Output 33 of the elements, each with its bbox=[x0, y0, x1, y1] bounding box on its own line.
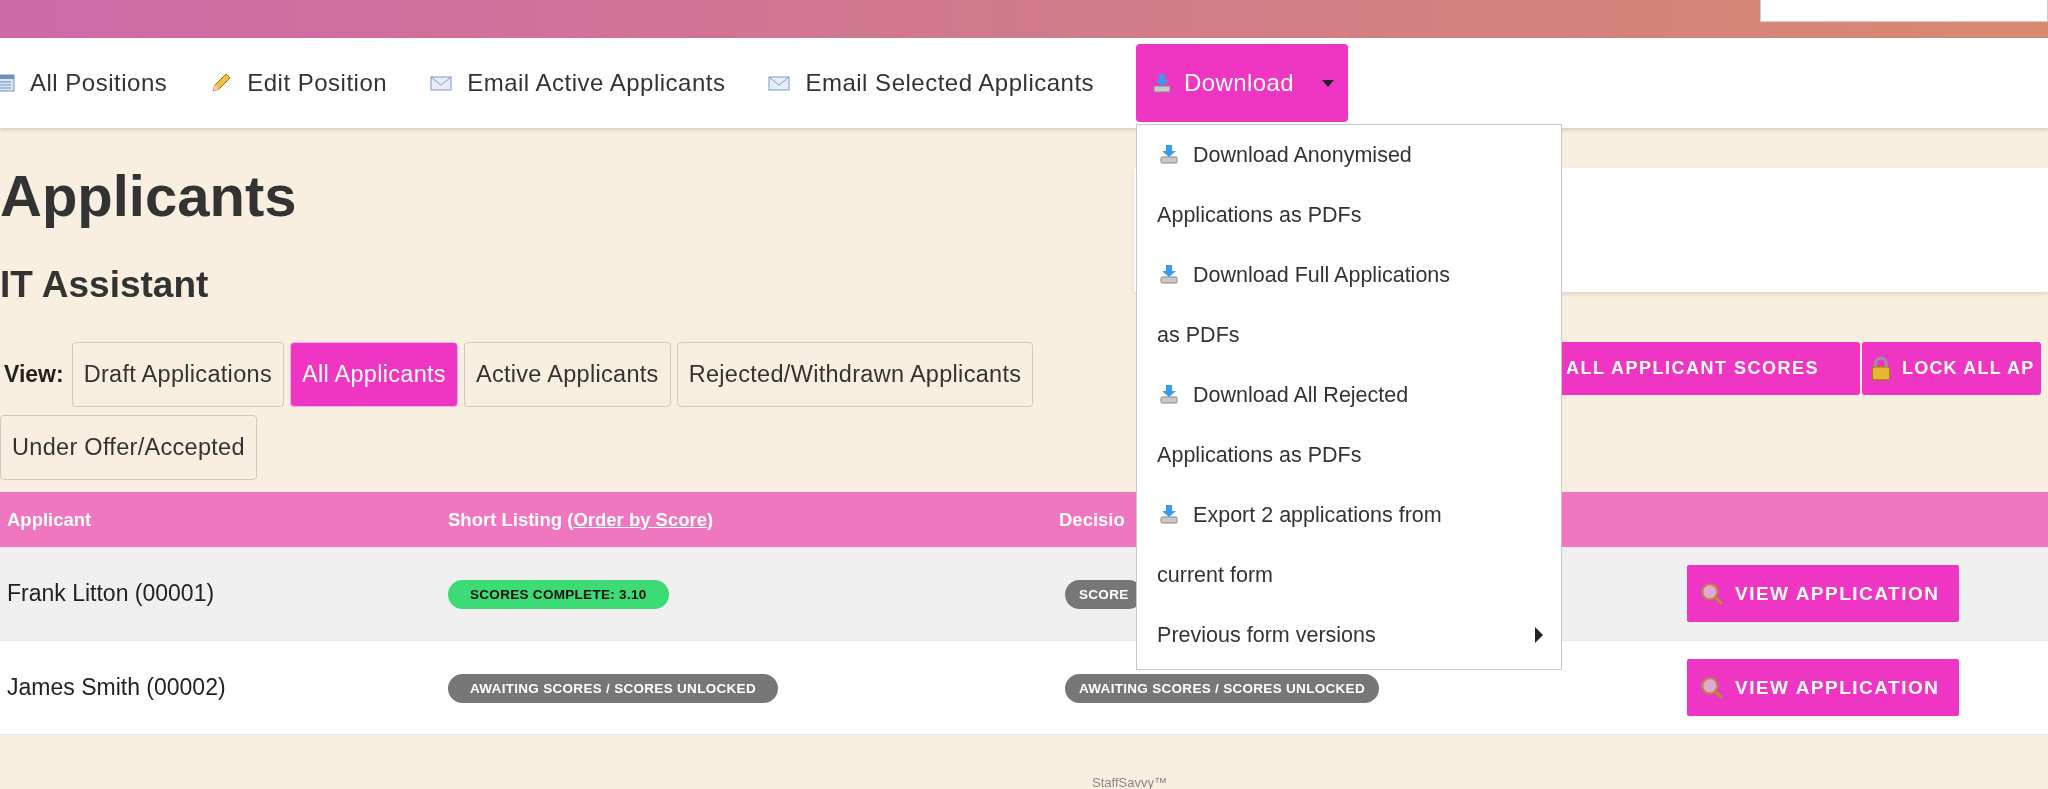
caret-icon bbox=[1322, 79, 1335, 87]
menu-item[interactable]: Download Anonymised Applications as PDFs bbox=[1137, 125, 1476, 245]
view-tab[interactable]: All Applicants bbox=[289, 342, 458, 407]
view-application-button[interactable]: VIEW APPLICATION bbox=[1687, 659, 1959, 716]
view-tab[interactable]: Active Applicants bbox=[463, 342, 671, 407]
toolbar-link[interactable]: Edit Position bbox=[209, 69, 388, 97]
menu-item[interactable]: Download All Rejected Applications as PDFs bbox=[1137, 365, 1476, 485]
page-title: Applicants bbox=[0, 164, 297, 228]
table-cell-text: Frank Litton (00001) bbox=[6, 580, 216, 607]
magnifier-icon bbox=[1699, 674, 1725, 701]
view-tab[interactable]: Under Offer/Accepted bbox=[0, 415, 257, 480]
toolbar-link[interactable]: Email Active Applicants bbox=[429, 69, 726, 97]
submenu-arrow-icon bbox=[1535, 627, 1544, 643]
column-header: Decisio bbox=[1059, 508, 1125, 530]
table-cell-text: James Smith (00002) bbox=[6, 674, 227, 701]
view-tab[interactable]: Rejected/Withdrawn Applicants bbox=[676, 342, 1034, 407]
status-badge: AWAITING SCORES / SCORES UNLOCKED bbox=[1065, 674, 1379, 703]
magnifier-icon bbox=[1699, 580, 1725, 607]
lock-button[interactable]: LOCK ALL AP bbox=[1862, 342, 2041, 395]
column-header: Short Listing (Order by Score) bbox=[448, 508, 714, 530]
view-label: View: bbox=[4, 361, 64, 388]
footer-brand: StaffSavvy™ bbox=[1092, 775, 1168, 789]
menu-item[interactable]: Download Full Applications as PDFs bbox=[1137, 245, 1476, 365]
toolbar-link[interactable]: Email Selected Applicants bbox=[767, 69, 1095, 97]
view-tab[interactable]: Draft Applications bbox=[71, 342, 284, 407]
position-title: IT Assistant bbox=[0, 264, 209, 306]
download-button[interactable]: Download bbox=[1136, 44, 1349, 122]
column-header: Applicant bbox=[7, 508, 92, 530]
scores-button[interactable]: ALL APPLICANT SCORES bbox=[1560, 342, 1860, 395]
toolbar-link[interactable]: All Positions bbox=[0, 69, 168, 97]
status-badge: AWAITING SCORES / SCORES UNLOCKED bbox=[448, 674, 778, 703]
view-application-button[interactable]: VIEW APPLICATION bbox=[1687, 565, 1959, 622]
status-badge: SCORES COMPLETE: 3.10 bbox=[448, 580, 669, 609]
